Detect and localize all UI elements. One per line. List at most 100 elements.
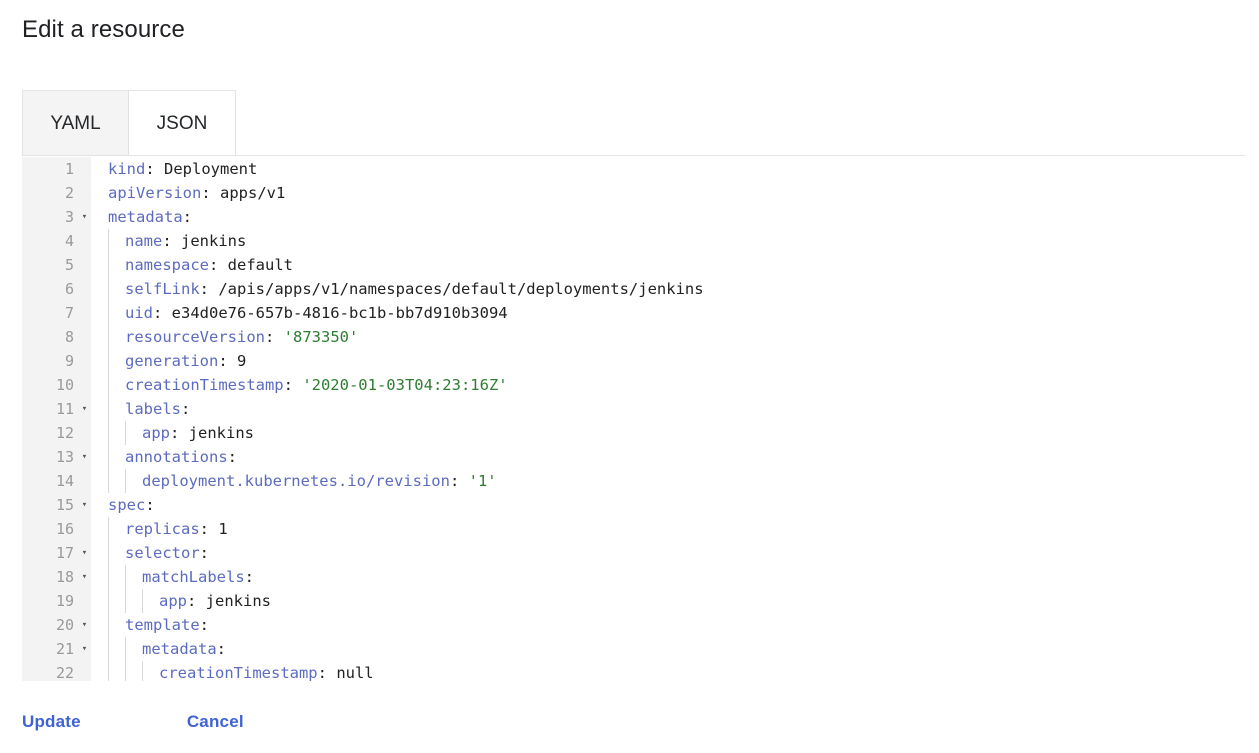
yaml-separator: : <box>218 352 237 370</box>
yaml-separator: : <box>449 472 469 490</box>
fold-spacer <box>78 301 91 325</box>
yaml-key: replicas <box>125 520 200 538</box>
yaml-code-editor[interactable]: 1 kind: Deployment 2 apiVersion: apps/v1 3 ▾ m… <box>22 157 1245 681</box>
yaml-separator: : <box>162 232 181 250</box>
indent-guide <box>142 589 143 613</box>
code-content: name: jenkins <box>108 232 246 250</box>
code-text: name: jenkins <box>91 229 1245 253</box>
indent-guide <box>125 421 126 445</box>
code-text: spec: <box>91 493 1245 517</box>
code-line[interactable]: 5 namespace: default <box>22 253 1245 277</box>
fold-spacer <box>78 181 91 205</box>
code-line[interactable]: 11 ▾ labels: <box>22 397 1245 421</box>
code-line[interactable]: 7 uid: e34d0e76-657b-4816-bc1b-bb7d910b30… <box>22 301 1245 325</box>
code-line[interactable]: 4 name: jenkins <box>22 229 1245 253</box>
code-text: app: jenkins <box>91 589 1245 613</box>
yaml-key: app <box>142 424 170 442</box>
format-tabs: YAML JSON <box>22 90 236 156</box>
line-number: 10 <box>22 373 78 397</box>
fold-toggle-icon[interactable]: ▾ <box>78 541 91 565</box>
yaml-key: selfLink <box>125 280 200 298</box>
code-line[interactable]: 6 selfLink: /apis/apps/v1/namespaces/defa… <box>22 277 1245 301</box>
fold-spacer <box>78 373 91 397</box>
fold-toggle-icon[interactable]: ▾ <box>78 205 91 229</box>
code-line[interactable]: 1 kind: Deployment <box>22 157 1245 181</box>
indent-guide <box>108 325 109 349</box>
line-number: 18 <box>22 565 78 589</box>
indent-guide <box>108 421 109 445</box>
edit-resource-page: Edit a resource YAML JSON 1 kind: Deployme… <box>0 0 1259 753</box>
code-text: uid: e34d0e76-657b-4816-bc1b-bb7d910b309… <box>91 301 1245 325</box>
code-line[interactable]: 12 app: jenkins <box>22 421 1245 445</box>
fold-toggle-icon[interactable]: ▾ <box>78 493 91 517</box>
fold-spacer <box>78 277 91 301</box>
code-content: matchLabels: <box>108 568 254 586</box>
code-text: metadata: <box>91 205 1245 229</box>
code-line[interactable]: 21 ▾ metadata: <box>22 637 1245 661</box>
page-title: Edit a resource <box>22 16 185 43</box>
code-line[interactable]: 20 ▾ template: <box>22 613 1245 637</box>
code-content: template: <box>108 616 209 634</box>
code-line[interactable]: 2 apiVersion: apps/v1 <box>22 181 1245 205</box>
yaml-separator: : <box>153 304 172 322</box>
line-number: 21 <box>22 637 78 661</box>
yaml-key: template <box>125 616 200 634</box>
code-line[interactable]: 22 creationTimestamp: null <box>22 661 1245 681</box>
yaml-separator: : <box>182 208 192 226</box>
yaml-separator: : <box>209 256 228 274</box>
fold-toggle-icon[interactable]: ▾ <box>78 565 91 589</box>
tab-yaml[interactable]: YAML <box>22 90 129 156</box>
code-content: kind: Deployment <box>108 160 257 178</box>
line-number: 8 <box>22 325 78 349</box>
code-text: deployment.kubernetes.io/revision: '1' <box>91 469 1245 493</box>
line-number: 13 <box>22 445 78 469</box>
code-content: replicas: 1 <box>108 520 228 538</box>
code-line[interactable]: 19 app: jenkins <box>22 589 1245 613</box>
code-line[interactable]: 17 ▾ selector: <box>22 541 1245 565</box>
code-text: selector: <box>91 541 1245 565</box>
yaml-value: Deployment <box>164 160 258 178</box>
fold-toggle-icon[interactable]: ▾ <box>78 613 91 637</box>
code-line[interactable]: 16 replicas: 1 <box>22 517 1245 541</box>
code-line[interactable]: 8 resourceVersion: '873350' <box>22 325 1245 349</box>
code-content: creationTimestamp: null <box>108 664 374 681</box>
code-line[interactable]: 3 ▾ metadata: <box>22 205 1245 229</box>
yaml-key: generation <box>125 352 219 370</box>
line-number: 2 <box>22 181 78 205</box>
update-button[interactable]: Update <box>22 712 81 732</box>
indent-guide <box>125 661 126 681</box>
tab-json[interactable]: JSON <box>129 90 236 156</box>
code-line[interactable]: 15 ▾ spec: <box>22 493 1245 517</box>
yaml-key: uid <box>125 304 153 322</box>
indent-guide <box>108 373 109 397</box>
indent-guide <box>125 637 126 661</box>
line-number: 15 <box>22 493 78 517</box>
cancel-button[interactable]: Cancel <box>187 712 244 732</box>
line-number: 19 <box>22 589 78 613</box>
code-content: app: jenkins <box>108 592 271 610</box>
fold-toggle-icon[interactable]: ▾ <box>78 445 91 469</box>
line-number: 22 <box>22 661 78 681</box>
indent-guide <box>125 469 126 493</box>
yaml-value: '1' <box>468 472 497 490</box>
code-text: replicas: 1 <box>91 517 1245 541</box>
yaml-value: e34d0e76-657b-4816-bc1b-bb7d910b3094 <box>171 304 508 322</box>
fold-spacer <box>78 661 91 681</box>
code-line[interactable]: 10 creationTimestamp: '2020-01-03T04:23:1… <box>22 373 1245 397</box>
yaml-value: jenkins <box>205 592 271 610</box>
fold-toggle-icon[interactable]: ▾ <box>78 637 91 661</box>
code-text: apiVersion: apps/v1 <box>91 181 1245 205</box>
code-line[interactable]: 18 ▾ matchLabels: <box>22 565 1245 589</box>
indent-guide <box>108 445 109 469</box>
yaml-value: 1 <box>218 520 228 538</box>
yaml-separator: : <box>199 616 209 634</box>
code-content: resourceVersion: '873350' <box>108 328 358 346</box>
code-line[interactable]: 9 generation: 9 <box>22 349 1245 373</box>
line-number: 9 <box>22 349 78 373</box>
yaml-key: resourceVersion <box>125 328 265 346</box>
code-line[interactable]: 14 deployment.kubernetes.io/revision: '1' <box>22 469 1245 493</box>
code-text: resourceVersion: '873350' <box>91 325 1245 349</box>
fold-toggle-icon[interactable]: ▾ <box>78 397 91 421</box>
code-line[interactable]: 13 ▾ annotations: <box>22 445 1245 469</box>
yaml-separator: : <box>199 520 219 538</box>
